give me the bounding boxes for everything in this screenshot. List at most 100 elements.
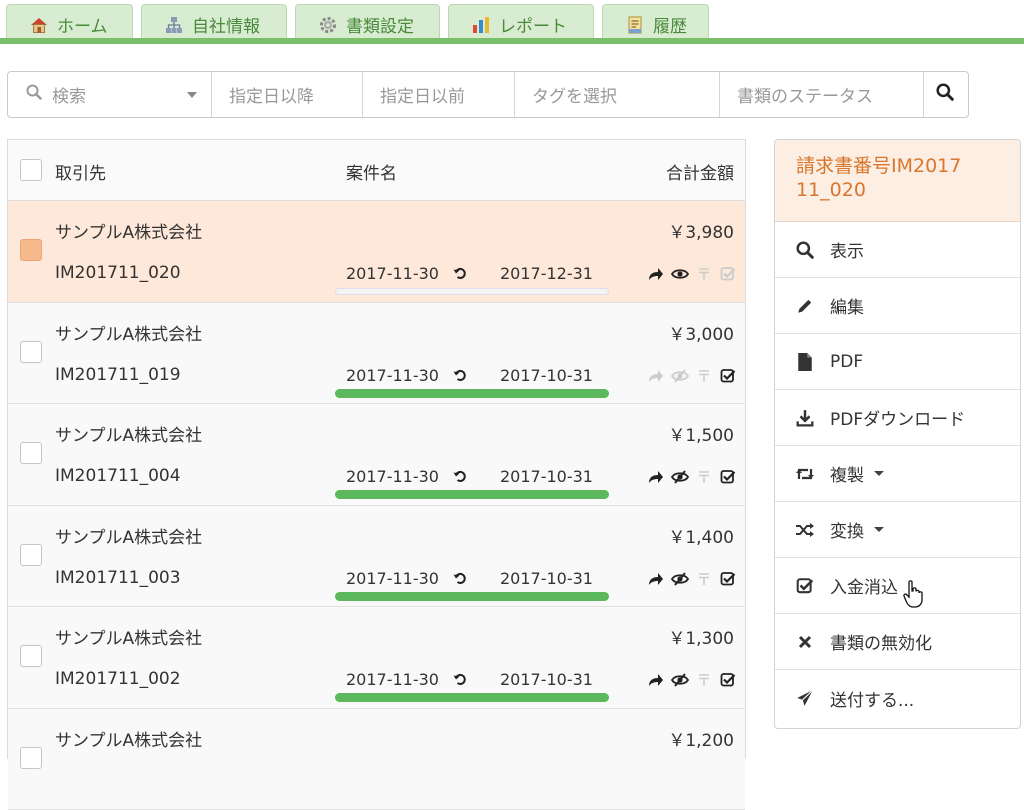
top-tab-bar: ホーム 自社情報 書類設定 レポート 履歴 bbox=[0, 0, 1024, 44]
file-icon bbox=[795, 352, 815, 372]
tab-company-info[interactable]: 自社情報 bbox=[141, 4, 287, 44]
tab-report-label: レポート bbox=[499, 12, 567, 37]
search-button[interactable] bbox=[924, 72, 968, 117]
postal-mark-icon bbox=[694, 367, 714, 385]
row-document-id[interactable]: IM201711_004 bbox=[55, 466, 181, 486]
status-select[interactable]: 書類のステータス bbox=[720, 72, 924, 117]
tab-home-label: ホーム bbox=[57, 12, 108, 37]
table-row[interactable]: サンプルA株式会社￥1,500IM201711_0042017-11-30201… bbox=[8, 404, 745, 506]
postal-mark-icon bbox=[694, 468, 714, 486]
row-document-id[interactable]: IM201711_003 bbox=[55, 568, 181, 588]
row-checkbox[interactable] bbox=[20, 747, 42, 769]
tab-document-settings-label: 書類設定 bbox=[346, 12, 414, 37]
row-total: ￥3,980 bbox=[668, 218, 734, 243]
search-input[interactable]: 検索 bbox=[8, 72, 212, 117]
row-checkbox[interactable] bbox=[20, 239, 42, 261]
download-icon bbox=[795, 408, 815, 428]
row-checkbox[interactable] bbox=[20, 544, 42, 566]
send-icon bbox=[795, 688, 815, 708]
header-total[interactable]: 合計金額 bbox=[666, 159, 734, 184]
row-total: ￥1,400 bbox=[668, 523, 734, 548]
action-duplicate[interactable]: 複製 bbox=[775, 446, 1020, 502]
search-icon bbox=[936, 83, 954, 106]
action-convert[interactable]: 変換 bbox=[775, 502, 1020, 558]
tab-document-settings[interactable]: 書類設定 bbox=[295, 4, 440, 44]
undo-icon bbox=[453, 671, 467, 691]
search-placeholder: 検索 bbox=[52, 82, 86, 107]
caret-down-icon bbox=[874, 471, 884, 476]
action-pdf[interactable]: PDF bbox=[775, 334, 1020, 390]
list-header: 取引先 案件名 合計金額 bbox=[8, 140, 745, 201]
action-send[interactable]: 送付する... bbox=[775, 670, 1020, 726]
eye-slash-icon bbox=[670, 671, 690, 689]
table-row[interactable]: サンプルA株式会社￥1,300IM201711_0022017-11-30201… bbox=[8, 607, 745, 709]
tab-history[interactable]: 履歴 bbox=[602, 4, 709, 44]
row-due-date: 2017-10-31 bbox=[500, 467, 593, 486]
times-icon bbox=[795, 632, 815, 652]
row-checkbox[interactable] bbox=[20, 645, 42, 667]
row-document-id[interactable]: IM201711_020 bbox=[55, 263, 181, 283]
check-square-icon bbox=[718, 671, 738, 689]
select-all-checkbox[interactable] bbox=[20, 159, 42, 181]
tab-company-info-label: 自社情報 bbox=[192, 12, 260, 37]
date-after-placeholder: 指定日以降 bbox=[229, 82, 314, 107]
search-icon bbox=[795, 240, 815, 260]
undo-icon bbox=[453, 468, 467, 488]
tab-report[interactable]: レポート bbox=[448, 4, 594, 44]
action-payment-reconcile[interactable]: 入金消込 bbox=[775, 558, 1020, 614]
row-status-icons bbox=[646, 367, 738, 385]
table-row[interactable]: サンプルA株式会社￥1,400IM201711_0032017-11-30201… bbox=[8, 506, 745, 608]
date-before-field[interactable]: 指定日以前 bbox=[363, 72, 515, 117]
chevron-down-icon[interactable] bbox=[187, 92, 197, 98]
row-progress-bar bbox=[335, 389, 609, 398]
row-partner: サンプルA株式会社 bbox=[55, 421, 202, 446]
action-view[interactable]: 表示 bbox=[775, 222, 1020, 278]
home-icon bbox=[29, 15, 49, 35]
header-partner[interactable]: 取引先 bbox=[55, 159, 106, 184]
table-row[interactable]: サンプルA株式会社￥3,000IM201711_0192017-11-30201… bbox=[8, 303, 745, 405]
table-row[interactable]: サンプルA株式会社￥3,980IM201711_0202017-11-30201… bbox=[8, 201, 745, 303]
undo-icon bbox=[453, 367, 467, 387]
row-document-id[interactable]: IM201711_019 bbox=[55, 365, 181, 385]
action-void-document[interactable]: 書類の無効化 bbox=[775, 614, 1020, 670]
panel-title-line1: 請求書番号IM2017 bbox=[796, 154, 1020, 178]
table-row[interactable]: サンプルA株式会社￥1,200 bbox=[8, 709, 745, 810]
row-issue-date: 2017-11-30 bbox=[346, 569, 439, 588]
check-square-icon bbox=[718, 367, 738, 385]
row-checkbox[interactable] bbox=[20, 341, 42, 363]
header-project[interactable]: 案件名 bbox=[346, 159, 397, 184]
document-list: 取引先 案件名 合計金額 サンプルA株式会社 ￥3,980 IM201711_020… bbox=[7, 139, 746, 759]
search-filter-bar: 検索 指定日以降 指定日以前 タグを選択 書類のステータス bbox=[7, 71, 969, 118]
row-document-id[interactable]: IM201711_002 bbox=[55, 669, 181, 689]
row-issue-date: 2017-11-30 bbox=[346, 467, 439, 486]
action-edit[interactable]: 編集 bbox=[775, 278, 1020, 334]
shuffle-icon bbox=[795, 520, 815, 540]
row-due-date: 2017-10-31 bbox=[500, 670, 593, 689]
row-due-date: 2017-10-31 bbox=[500, 366, 593, 385]
row-status-icons bbox=[646, 671, 738, 689]
action-pdf-label: PDF bbox=[830, 352, 863, 372]
caret-down-icon bbox=[874, 527, 884, 532]
action-pdf-download[interactable]: PDFダウンロード bbox=[775, 390, 1020, 446]
row-checkbox[interactable] bbox=[20, 442, 42, 464]
search-icon bbox=[26, 84, 42, 105]
postal-mark-icon bbox=[694, 265, 714, 283]
action-void-document-label: 書類の無効化 bbox=[830, 629, 932, 654]
tag-select-placeholder: タグを選択 bbox=[532, 82, 617, 107]
sent-arrow-icon bbox=[646, 367, 666, 385]
tag-select[interactable]: タグを選択 bbox=[515, 72, 720, 117]
row-issue-date: 2017-11-30 bbox=[346, 264, 439, 283]
eye-slash-icon bbox=[670, 468, 690, 486]
row-partner: サンプルA株式会社 bbox=[55, 726, 202, 751]
date-after-field[interactable]: 指定日以降 bbox=[212, 72, 363, 117]
action-view-label: 表示 bbox=[830, 237, 864, 262]
row-progress-bar bbox=[335, 288, 609, 295]
tab-home[interactable]: ホーム bbox=[6, 4, 133, 44]
action-edit-label: 編集 bbox=[830, 293, 864, 318]
eye-icon bbox=[670, 265, 690, 283]
row-due-date: 2017-12-31 bbox=[500, 264, 593, 283]
row-issue-date: 2017-11-30 bbox=[346, 670, 439, 689]
action-send-label: 送付する... bbox=[830, 686, 914, 711]
check-square-icon bbox=[795, 576, 815, 596]
row-progress-bar bbox=[335, 592, 609, 601]
